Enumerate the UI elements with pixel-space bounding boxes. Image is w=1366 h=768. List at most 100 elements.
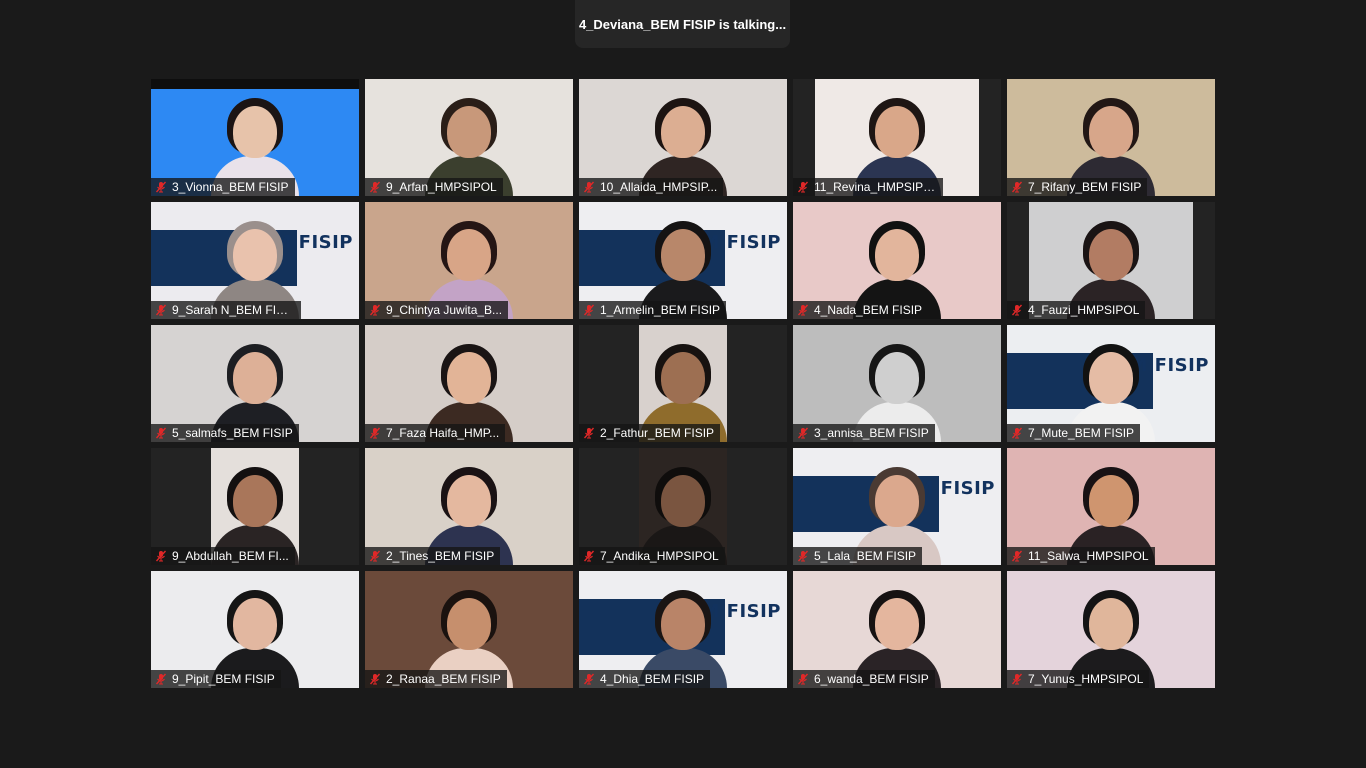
silhouette-face	[661, 106, 705, 158]
silhouette-face	[1089, 229, 1133, 281]
participant-name-tag: 10_Allaida_HMPSIP...	[579, 178, 724, 196]
silhouette-face	[875, 229, 919, 281]
participant-tile[interactable]: 2_Tines_BEM FISIP	[365, 448, 573, 565]
participant-tile[interactable]: BEM FISIP 5_Lala_BEM FISIP	[793, 448, 1001, 565]
participant-tile[interactable]: 7_Yunus_HMPSIPOL	[1007, 571, 1215, 688]
participant-name: 5_salmafs_BEM FISIP	[172, 426, 293, 440]
participant-name: 1_Armelin_BEM FISIP	[600, 303, 721, 317]
shared-screen-topbar	[151, 79, 359, 89]
mic-muted-icon	[369, 673, 381, 685]
silhouette-face	[447, 475, 491, 527]
participant-tile[interactable]: BEM FISIP 4_Dhia_BEM FISIP	[579, 571, 787, 688]
participant-tile[interactable]: 7_Faza Haifa_HMP...	[365, 325, 573, 442]
silhouette-face	[1089, 475, 1133, 527]
participant-name-tag: 1_Armelin_BEM FISIP	[579, 301, 727, 319]
participant-tile[interactable]: 2_Fathur_BEM FISIP	[579, 325, 787, 442]
participant-tile[interactable]: 3_annisa_BEM FISIP	[793, 325, 1001, 442]
participant-name: 4_Fauzi_HMPSIPOL	[1028, 303, 1140, 317]
participant-name-tag: 9_Sarah N_BEM FISIP	[151, 301, 301, 319]
participant-name-tag: 5_salmafs_BEM FISIP	[151, 424, 299, 442]
participant-tile[interactable]: 3_Vionna_BEM FISIP	[151, 79, 359, 196]
participant-name-tag: 9_Chintya Juwita_B...	[365, 301, 509, 319]
participant-name: 3_Vionna_BEM FISIP	[172, 180, 289, 194]
meeting-gallery-view: 4_Deviana_BEM FISIP is talking... 3_Vion…	[0, 0, 1366, 768]
silhouette-face	[447, 229, 491, 281]
active-speaker-text: 4_Deviana_BEM FISIP is talking...	[578, 16, 787, 32]
participant-tile[interactable]: BEM FISIP 9_Sarah N_BEM FISIP	[151, 202, 359, 319]
mic-muted-icon	[583, 673, 595, 685]
mic-muted-icon	[1011, 427, 1023, 439]
participant-name: 11_Salwa_HMPSIPOL	[1028, 549, 1149, 563]
silhouette-face	[1089, 352, 1133, 404]
mic-muted-icon	[583, 304, 595, 316]
participant-name: 7_Yunus_HMPSIPOL	[1028, 672, 1144, 686]
participant-tile[interactable]: BEM FISIP 1_Armelin_BEM FISIP	[579, 202, 787, 319]
silhouette-face	[875, 598, 919, 650]
participant-tile[interactable]: 7_Rifany_BEM FISIP	[1007, 79, 1215, 196]
mic-muted-icon	[797, 304, 809, 316]
participant-name: 6_wanda_BEM FISIP	[814, 672, 929, 686]
mic-muted-icon	[369, 550, 381, 562]
silhouette-face	[661, 352, 705, 404]
mic-muted-icon	[155, 427, 167, 439]
mic-muted-icon	[583, 427, 595, 439]
silhouette-face	[661, 598, 705, 650]
participant-name: 7_Mute_BEM FISIP	[1028, 426, 1135, 440]
mic-muted-icon	[155, 304, 167, 316]
participant-name-tag: 2_Ranaa_BEM FISIP	[365, 670, 507, 688]
participant-tile[interactable]: 2_Ranaa_BEM FISIP	[365, 571, 573, 688]
participant-tile[interactable]: 11_Revina_HMPSIPOL	[793, 79, 1001, 196]
participant-name-tag: 11_Salwa_HMPSIPOL	[1007, 547, 1155, 565]
silhouette-face	[233, 475, 277, 527]
silhouette-face	[1089, 598, 1133, 650]
participant-name: 9_Chintya Juwita_B...	[386, 303, 503, 317]
participant-name: 4_Dhia_BEM FISIP	[600, 672, 705, 686]
participant-name: 2_Ranaa_BEM FISIP	[386, 672, 501, 686]
participant-name-tag: 9_Abdullah_BEM FI...	[151, 547, 295, 565]
mic-muted-icon	[797, 673, 809, 685]
participant-tile[interactable]: 9_Chintya Juwita_B...	[365, 202, 573, 319]
mic-muted-icon	[583, 181, 595, 193]
silhouette-face	[875, 352, 919, 404]
participant-name-tag: 9_Arfan_HMPSIPOL	[365, 178, 503, 196]
participant-name-tag: 4_Nada_BEM FISIP	[793, 301, 929, 319]
participant-name-tag: 7_Yunus_HMPSIPOL	[1007, 670, 1150, 688]
mic-muted-icon	[1011, 673, 1023, 685]
mic-muted-icon	[797, 181, 809, 193]
participant-name: 7_Andika_HMPSIPOL	[600, 549, 719, 563]
silhouette-face	[233, 598, 277, 650]
participant-tile[interactable]: 10_Allaida_HMPSIP...	[579, 79, 787, 196]
participant-tile[interactable]: 9_Pipit_BEM FISIP	[151, 571, 359, 688]
participant-tile[interactable]: BEM FISIP 7_Mute_BEM FISIP	[1007, 325, 1215, 442]
mic-muted-icon	[369, 181, 381, 193]
participant-tile[interactable]: 11_Salwa_HMPSIPOL	[1007, 448, 1215, 565]
silhouette-face	[875, 106, 919, 158]
mic-muted-icon	[797, 550, 809, 562]
participant-name-tag: 7_Mute_BEM FISIP	[1007, 424, 1141, 442]
participant-tile[interactable]: 9_Arfan_HMPSIPOL	[365, 79, 573, 196]
participant-name: 7_Faza Haifa_HMP...	[386, 426, 500, 440]
mic-muted-icon	[1011, 550, 1023, 562]
participant-name-tag: 2_Fathur_BEM FISIP	[579, 424, 721, 442]
participant-name: 9_Pipit_BEM FISIP	[172, 672, 275, 686]
participant-tile[interactable]: 5_salmafs_BEM FISIP	[151, 325, 359, 442]
participant-name: 11_Revina_HMPSIPOL	[814, 180, 937, 194]
silhouette-face	[447, 106, 491, 158]
participant-name: 2_Tines_BEM FISIP	[386, 549, 495, 563]
participant-name-tag: 4_Dhia_BEM FISIP	[579, 670, 711, 688]
participant-tile[interactable]: 7_Andika_HMPSIPOL	[579, 448, 787, 565]
participant-tile[interactable]: 4_Nada_BEM FISIP	[793, 202, 1001, 319]
participant-name: 9_Sarah N_BEM FISIP	[172, 303, 295, 317]
mic-muted-icon	[583, 550, 595, 562]
silhouette-face	[661, 229, 705, 281]
participant-tile[interactable]: 9_Abdullah_BEM FI...	[151, 448, 359, 565]
silhouette-face	[233, 352, 277, 404]
participant-name: 5_Lala_BEM FISIP	[814, 549, 917, 563]
participant-name-tag: 4_Fauzi_HMPSIPOL	[1007, 301, 1146, 319]
participant-name-tag: 2_Tines_BEM FISIP	[365, 547, 501, 565]
participant-tile[interactable]: 6_wanda_BEM FISIP	[793, 571, 1001, 688]
silhouette-face	[875, 475, 919, 527]
participant-name-tag: 9_Pipit_BEM FISIP	[151, 670, 281, 688]
participant-tile[interactable]: 4_Fauzi_HMPSIPOL	[1007, 202, 1215, 319]
silhouette-face	[233, 106, 277, 158]
